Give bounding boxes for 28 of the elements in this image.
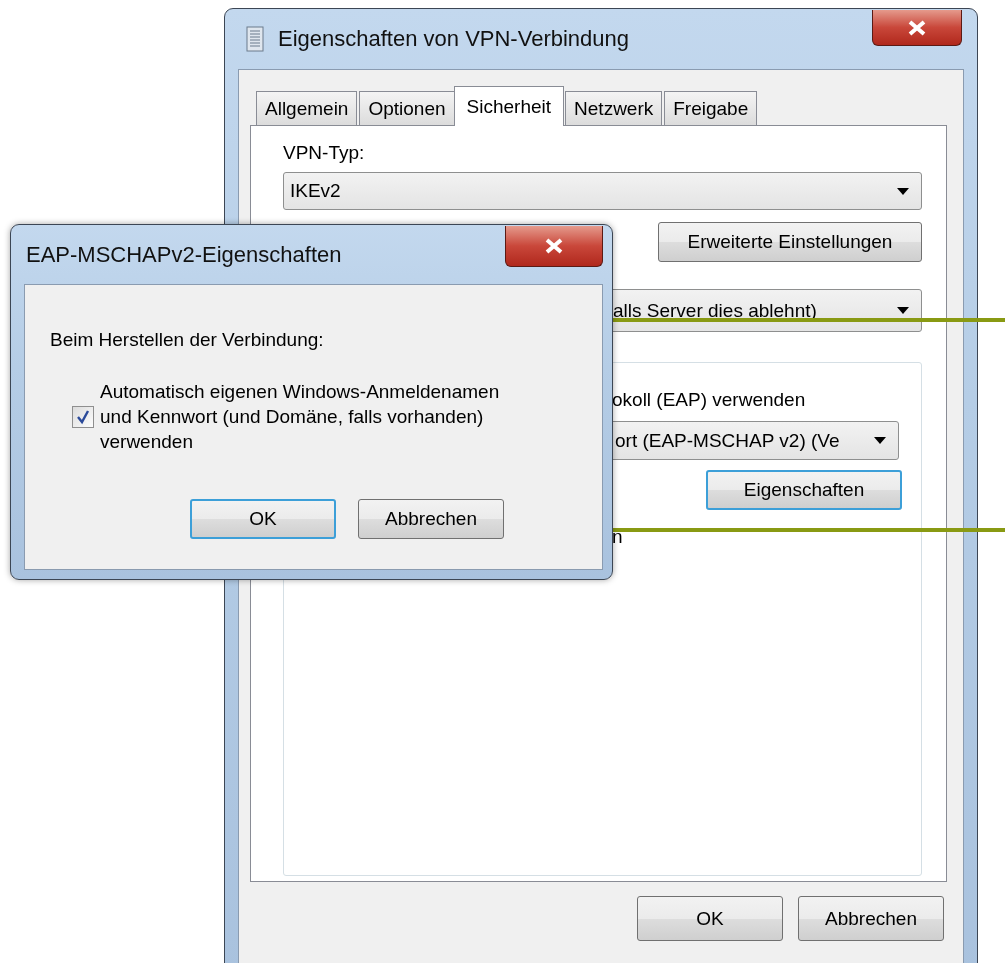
caret-icon <box>897 307 909 314</box>
properties-button[interactable]: Eigenschaften <box>706 470 902 510</box>
caret-icon <box>897 187 909 195</box>
tab[interactable]: Allgemein <box>256 91 358 125</box>
window-title: Eigenschaften von VPN-Verbindung <box>278 26 629 52</box>
prompt-text: Beim Herstellen der Verbindung: <box>50 329 325 351</box>
dialog-button[interactable]: Abbrechen <box>798 896 944 941</box>
tab[interactable]: Netzwerk <box>565 91 663 125</box>
dropdown[interactable]: IKEv2 <box>283 172 922 210</box>
dialog-button[interactable]: Abbrechen <box>358 499 504 539</box>
checkbox-label: Automatisch eigenen Windows-Anmeldenamen und Kennwort (und Domäne, falls vorhanden) verwenden <box>100 380 501 454</box>
advanced-settings-button[interactable]: Erweiterte Einstellungen <box>658 222 922 262</box>
dialog-title: EAP-MSCHAPv2-Eigenschaften <box>26 241 342 268</box>
checkbox[interactable] <box>72 405 94 428</box>
field-label: VPN-Typ: <box>283 142 366 164</box>
option-label: n <box>612 526 624 548</box>
tab[interactable]: Sicherheit <box>453 86 565 126</box>
tab[interactable]: Optionen <box>359 91 455 125</box>
option-label: okoll (EAP) verwenden <box>612 389 807 411</box>
document-icon <box>246 26 264 52</box>
tab[interactable]: Freigabe <box>664 91 758 125</box>
close-icon <box>906 19 928 36</box>
close-button[interactable] <box>872 10 962 46</box>
close-button[interactable] <box>505 226 603 267</box>
dialog-button[interactable]: OK <box>637 896 783 941</box>
caret-icon <box>874 437 886 444</box>
dialog-button[interactable]: OK <box>190 499 336 539</box>
close-icon <box>543 238 565 254</box>
